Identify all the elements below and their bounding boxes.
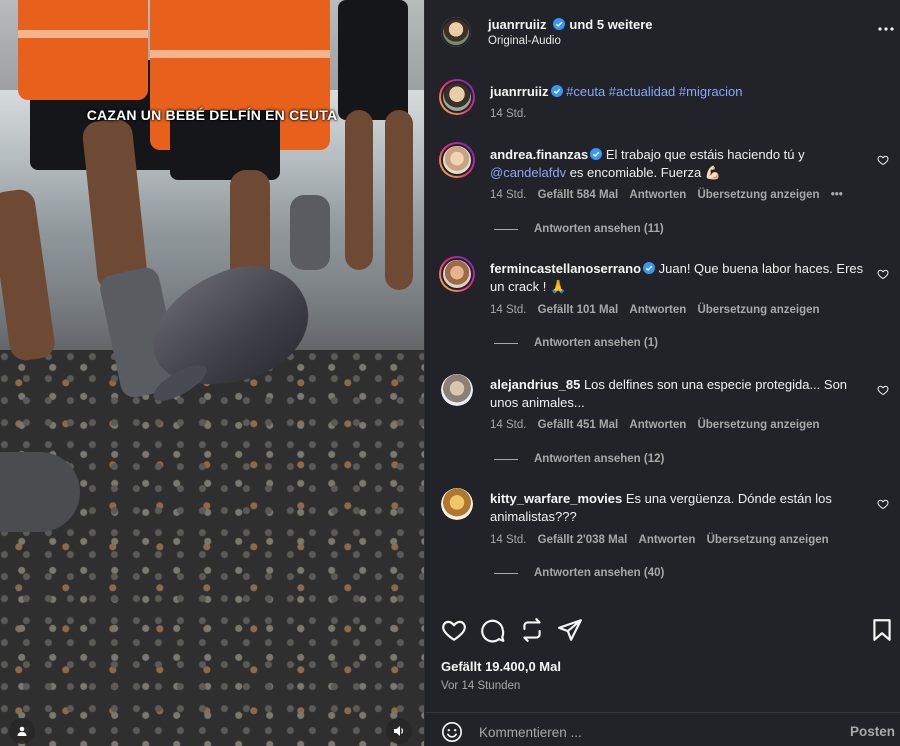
verified-badge-icon	[643, 262, 656, 274]
comment-time: 14 Std.	[490, 419, 527, 431]
heart-icon[interactable]	[877, 384, 889, 396]
translate-button[interactable]: Übersetzung anzeigen	[697, 419, 819, 431]
view-replies-button[interactable]: Antworten ansehen (40)	[494, 567, 664, 579]
heart-icon[interactable]	[877, 268, 889, 280]
hashtags[interactable]: #ceuta #actualidad #migracion	[566, 84, 742, 99]
post-detail-panel: juanrruiiz und 5 weitere Original-Audio …	[424, 0, 900, 746]
reply-button[interactable]: Antworten	[629, 304, 686, 316]
video-caption: CAZAN UN BEBÉ DELFÍN EN CEUTA	[86, 107, 338, 123]
more-horizontal-icon[interactable]	[877, 20, 895, 38]
comment-input[interactable]	[479, 721, 819, 743]
translate-button[interactable]: Übersetzung anzeigen	[697, 189, 819, 201]
view-replies-button[interactable]: Antworten ansehen (1)	[494, 337, 658, 349]
repost-icon[interactable]	[519, 617, 545, 643]
comment-text: El trabajo que estáis haciendo tú y	[605, 147, 805, 162]
verified-badge-icon	[550, 85, 563, 97]
post-caption: juanrruiiz #ceuta #actualidad #migracion…	[439, 79, 889, 125]
avatar[interactable]	[441, 17, 471, 47]
comment-item: kitty_warfare_movies Es una vergüenza. D…	[439, 486, 889, 586]
mention-link[interactable]: @candelafdv	[490, 165, 566, 180]
post-button[interactable]: Posten	[850, 724, 895, 739]
bookmark-icon[interactable]	[869, 617, 895, 643]
view-replies-label: Antworten ansehen (12)	[534, 453, 665, 465]
translate-button[interactable]: Übersetzung anzeigen	[697, 304, 819, 316]
comment-time: 14 Std.	[490, 189, 527, 201]
verified-badge-icon	[590, 148, 603, 160]
comment-username[interactable]: andrea.finanzas	[490, 147, 588, 162]
orange-vest	[18, 0, 148, 100]
comment-time: 14 Std.	[490, 304, 527, 316]
send-icon[interactable]	[557, 617, 583, 643]
person-shorts	[338, 0, 408, 120]
avatar[interactable]	[439, 256, 475, 292]
translate-button[interactable]: Übersetzung anzeigen	[707, 534, 829, 546]
audio-label[interactable]: Original-Audio	[488, 35, 561, 47]
view-replies-label: Antworten ansehen (40)	[534, 567, 665, 579]
heart-icon[interactable]	[441, 617, 467, 643]
comment-username[interactable]: alejandrius_85	[490, 377, 580, 392]
reply-button[interactable]: Antworten	[629, 189, 686, 201]
leg	[385, 110, 413, 290]
avatar[interactable]	[439, 79, 475, 115]
comment-more-button[interactable]: •••	[831, 189, 843, 201]
action-bar	[439, 617, 895, 645]
emoji-icon[interactable]	[441, 721, 463, 743]
post-video[interactable]: CAZAN UN BEBÉ DELFÍN EN CEUTA	[0, 0, 424, 746]
foot-in-sandal	[0, 452, 80, 532]
comment-username[interactable]: kitty_warfare_movies	[490, 491, 622, 506]
comment-composer: Posten	[425, 712, 900, 746]
reply-button[interactable]: Antworten	[639, 534, 696, 546]
comment-time: 14 Std.	[490, 534, 527, 546]
comment-item: andrea.finanzas El trabajo que estáis ha…	[439, 142, 889, 242]
view-replies-button[interactable]: Antworten ansehen (12)	[494, 453, 664, 465]
comment-item: fermincastellanoserrano Juan! Que buena …	[439, 256, 889, 356]
user-tag-icon[interactable]	[9, 718, 35, 744]
comment-text: es encomiable. Fuerza 💪🏻	[566, 165, 721, 180]
comment-username[interactable]: fermincastellanoserrano	[490, 261, 641, 276]
avatar[interactable]	[441, 374, 473, 406]
coauthors-link[interactable]: und 5 weitere	[569, 17, 652, 32]
heart-icon[interactable]	[877, 154, 889, 166]
comment-item: alejandrius_85 Los delfines son una espe…	[439, 372, 889, 472]
verified-badge-icon	[552, 18, 565, 30]
speaker-icon[interactable]	[386, 718, 412, 744]
grey-glove	[290, 195, 330, 270]
avatar[interactable]	[441, 488, 473, 520]
view-replies-button[interactable]: Antworten ansehen (11)	[494, 223, 664, 235]
post-time: Vor 14 Stunden	[441, 680, 521, 692]
caption-time: 14 Std.	[490, 108, 527, 120]
like-count[interactable]: Gefällt 19.400,0 Mal	[441, 659, 561, 674]
comment-likes[interactable]: Gefällt 2'038 Mal	[538, 534, 628, 546]
comment-likes[interactable]: Gefällt 584 Mal	[538, 189, 619, 201]
comment-likes[interactable]: Gefällt 451 Mal	[538, 419, 619, 431]
author-username[interactable]: juanrruiiz	[488, 17, 547, 32]
reply-button[interactable]: Antworten	[629, 419, 686, 431]
caption-username[interactable]: juanrruiiz	[490, 84, 549, 99]
leg	[345, 110, 373, 270]
view-replies-label: Antworten ansehen (1)	[534, 337, 658, 349]
pebble-beach	[0, 350, 424, 746]
view-replies-label: Antworten ansehen (11)	[534, 223, 664, 235]
comment-likes[interactable]: Gefällt 101 Mal	[538, 304, 619, 316]
heart-icon[interactable]	[877, 498, 889, 510]
avatar[interactable]	[439, 142, 475, 178]
comment-icon[interactable]	[480, 617, 506, 643]
post-header: juanrruiiz und 5 weitere Original-Audio	[425, 0, 900, 60]
